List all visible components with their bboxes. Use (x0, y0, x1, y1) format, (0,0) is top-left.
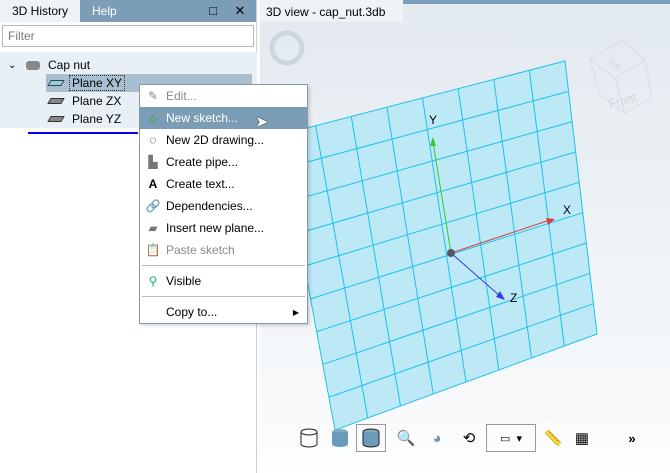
menu-item-create-pipe[interactable]: ▙ Create pipe... (140, 151, 307, 173)
mouse-cursor: ➤ (255, 114, 269, 131)
submenu-arrow-icon: ▶ (292, 307, 299, 317)
origin-point (447, 249, 455, 257)
menu-item-create-text[interactable]: A Create text... (140, 173, 307, 195)
panel-tabbar: 3D History Help □ ✕ (0, 0, 256, 22)
zoom-fit-icon[interactable]: 🔍 (394, 424, 418, 452)
axis-y-label: Y (429, 113, 437, 127)
scene: Front Top Y X Z (269, 30, 653, 431)
menu-item-dependencies[interactable]: 🔗 Dependencies... (140, 195, 307, 217)
tree-item-plane-zx[interactable]: Plane ZX (46, 92, 124, 110)
edit-icon: ✎ (147, 89, 159, 103)
part-icon (26, 60, 40, 70)
menu-item-new-sketch[interactable]: ⌂ New sketch... (140, 107, 307, 129)
render-mode-icon: ▭ (499, 432, 511, 445)
tree-root-cap-nut[interactable]: ⌄ Cap nut (8, 56, 90, 74)
tab-3d-history[interactable]: 3D History (0, 0, 81, 22)
menu-separator (142, 265, 305, 266)
plane-icon (47, 98, 65, 104)
tree-item-label: Plane XY (69, 75, 126, 91)
wireframe-view-icon[interactable] (297, 424, 321, 452)
menu-item-visible[interactable]: ⚲ Visible (140, 270, 307, 292)
menu-item-new-2d-drawing[interactable]: ◌ New 2D drawing... (140, 129, 307, 151)
view-cube[interactable]: Front Top (589, 39, 653, 115)
plane-icon: ▰ (148, 221, 158, 235)
chevron-down-icon: ▾ (516, 432, 523, 445)
tab-help[interactable]: Help (80, 0, 129, 22)
plane-icon (47, 116, 65, 122)
shaded-view-icon[interactable] (328, 424, 352, 452)
spinner-icon (269, 30, 305, 66)
menu-item-edit[interactable]: ✎ Edit... (140, 85, 307, 107)
drawing-icon: ◌ (149, 133, 157, 147)
tree-item-label: Plane YZ (72, 112, 122, 126)
axis-x-label: X (563, 203, 571, 217)
drop-indicator (28, 132, 138, 134)
paste-icon: 📋 (145, 243, 161, 257)
shaded-edges-view-icon[interactable] (356, 424, 386, 452)
plane-surface (279, 60, 598, 431)
filter-input[interactable]: Filter (2, 25, 254, 47)
menu-separator (142, 296, 305, 297)
transparency-icon[interactable]: ◕ (425, 424, 449, 452)
tree-item-plane-yz[interactable]: Plane YZ (46, 110, 124, 128)
view-cube-top: Top (607, 58, 623, 72)
ruler-icon[interactable]: 📏 (541, 424, 565, 452)
menu-item-insert-new-plane[interactable]: ▰ Insert new plane... (140, 217, 307, 239)
more-tools-button[interactable]: » (624, 424, 640, 452)
tree-root-label: Cap nut (48, 58, 91, 72)
rotate-animation-icon[interactable]: ⟲ (456, 424, 482, 452)
context-menu: ✎ Edit... ⌂ New sketch... ◌ New 2D drawing.… (139, 84, 308, 324)
axis-z-label: Z (510, 291, 517, 305)
plane-icon (47, 80, 65, 86)
chevron-down-icon[interactable]: ⌄ (8, 60, 26, 71)
link-icon: 🔗 (145, 199, 161, 213)
close-icon[interactable]: ✕ (232, 3, 248, 19)
new-sketch-icon: ⌂ (149, 111, 157, 125)
sketch-plane-grid (279, 60, 598, 431)
menu-item-copy-to[interactable]: Copy to... ▶ (140, 301, 307, 323)
3d-viewport[interactable]: 3D view - cap_nut.3db Front Top Y X Z 🔍 … (260, 0, 670, 473)
pipe-icon: ▙ (148, 155, 158, 169)
mesh-icon[interactable]: ▦ (570, 424, 594, 452)
text-icon: A (148, 177, 158, 191)
visible-icon: ⚲ (148, 274, 158, 288)
maximize-icon[interactable]: □ (205, 3, 221, 18)
tree-item-label: Plane ZX (72, 94, 122, 108)
render-mode-dropdown[interactable]: ▭ ▾ (486, 424, 536, 452)
menu-item-paste-sketch[interactable]: 📋 Paste sketch (140, 239, 307, 261)
